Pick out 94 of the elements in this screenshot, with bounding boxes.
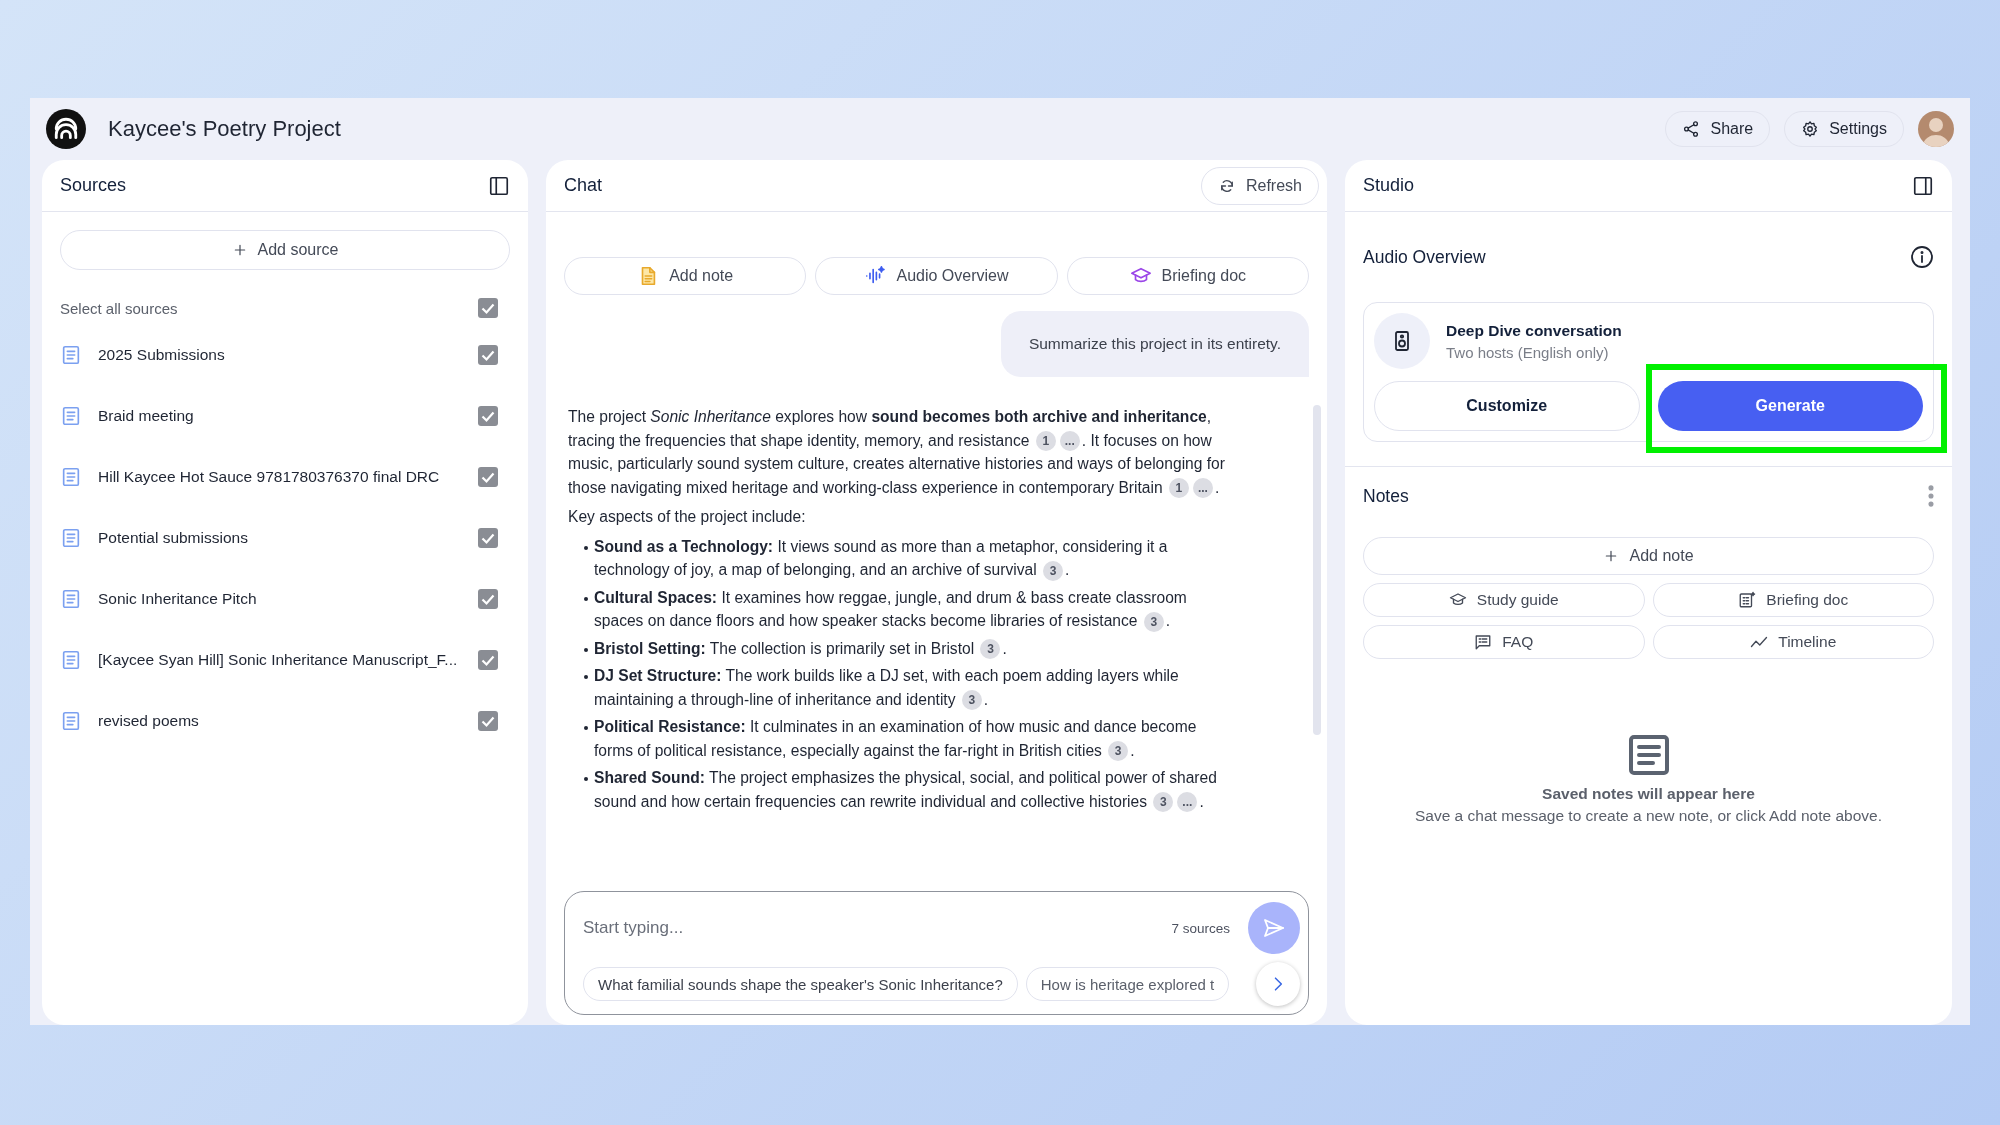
collapse-panel-button[interactable] [1912, 174, 1934, 197]
note-tool-button[interactable]: Timeline [1652, 625, 1934, 659]
source-name[interactable]: Hill Kaycee Hot Sauce 9781780376370 final DRC [98, 467, 478, 486]
citation-chip[interactable]: ... [1192, 478, 1213, 499]
bullet-dot [584, 596, 588, 601]
panel-title: Chat [564, 175, 603, 196]
more-button[interactable] [1928, 485, 1934, 507]
bullet-dot [584, 545, 588, 550]
empty-title: Saved notes will appear here [1542, 785, 1755, 803]
suggestion-chip[interactable]: What familial sounds shape the speaker's Sonic Inheritance? [583, 967, 1018, 1001]
checkbox[interactable] [478, 527, 498, 548]
source-count: 7 sources [1171, 920, 1230, 936]
action-button[interactable]: Add note [564, 257, 807, 295]
note-tool-button[interactable]: FAQ [1363, 625, 1645, 659]
scrollbar[interactable] [1313, 405, 1321, 735]
briefing-doc-icon [1738, 591, 1757, 609]
panel-icon [1912, 174, 1934, 197]
document-icon [60, 709, 82, 732]
note-tool-button[interactable]: Briefing doc [1652, 583, 1934, 617]
info-icon [1910, 245, 1934, 269]
bullet-text: Political Resistance: It culminates in an examination of how music and dance become forms of political resistance, especially against the far-right in British cities 3 . [594, 715, 1232, 762]
bullet-text: DJ Set Structure: The work builds like a DJ set, with each poem adding layers while maintaining a through-line of inheritance and identity 3 . [594, 664, 1232, 711]
citation-chip[interactable]: 1 [1035, 431, 1056, 452]
citation-chip[interactable]: 3 [1043, 560, 1063, 581]
empty-text: Save a chat message to create a new note, or click Add note above. [1415, 807, 1882, 825]
bullet-text: Shared Sound: The project emphasizes the physical, social, and political power of shared sound and how certain frequencies can rewrite individual and collective histories 3 ... . [594, 766, 1232, 813]
info-button[interactable] [1910, 245, 1934, 269]
citation-chip[interactable]: 3 [961, 690, 982, 711]
checkbox[interactable] [478, 649, 498, 670]
source-name[interactable]: 2025 Submissions [98, 345, 478, 364]
panel-title: Sources [60, 175, 127, 196]
citation-chip[interactable]: ... [1177, 792, 1198, 813]
source-name[interactable]: [Kaycee Syan Hill] Sonic Inheritance Manuscript_F... [98, 650, 478, 669]
bullet-dot [584, 647, 588, 652]
source-name[interactable]: revised poems [98, 711, 478, 730]
checkbox[interactable] [478, 344, 498, 365]
panel-icon [488, 174, 510, 197]
source-name[interactable]: Sonic Inheritance Pitch [98, 589, 478, 608]
bullet-text: Cultural Spaces: It examines how reggae, jungle, and drum & bass create classroom spaces on dance floors and how speaker stacks become libraries of resistance 3 . [594, 585, 1232, 633]
source-name[interactable]: Potential submissions [98, 528, 478, 547]
response-paragraph: The project Sonic Inheritance explores how sound becomes both archive and inheritance, tracing the frequencies that shape identity, memory, and resistance 1 ... . It focuses on how music, particularly sound system culture, creates alternative histories and ways of belonging for those navigating mixed heritage and working-class experience in contemporary Britain 1 ... . [568, 405, 1232, 499]
card-subtitle: Two hosts (English only) [1446, 343, 1610, 361]
citation-chip[interactable]: 3 [1143, 611, 1164, 632]
bullet-text: Bristol Setting: The collection is primarily set in Bristol 3 . [594, 636, 1007, 660]
card-title: Deep Dive conversation [1446, 321, 1622, 340]
citation-chip[interactable]: 3 [1153, 792, 1174, 813]
document-icon [60, 343, 82, 366]
user-message: Summarize this project in its entirety. [1000, 311, 1309, 377]
suggestion-chip[interactable]: How is heritage explored t [1025, 967, 1230, 1001]
action-button[interactable]: Audio Overview [815, 257, 1058, 295]
document-icon [60, 404, 82, 427]
citation-chip[interactable]: 1 [1168, 478, 1189, 499]
send-icon [1262, 916, 1286, 940]
note-tool-button[interactable]: Study guide [1363, 583, 1645, 617]
citation-chip[interactable]: 3 [980, 639, 1001, 660]
citation-chip[interactable]: ... [1059, 431, 1080, 452]
bullet-text: Sound as a Technology: It views sound as more than a metaphor, considering it a technology of joy, a map of belonging, and an archive of survival 3 . [594, 534, 1232, 582]
checkbox[interactable] [478, 588, 498, 609]
avatar-icon[interactable] [1918, 111, 1954, 147]
citation-chip[interactable]: 3 [1108, 741, 1129, 762]
checkbox[interactable] [478, 710, 498, 731]
document-icon [60, 465, 82, 488]
more-icon [1928, 485, 1934, 507]
customize-button[interactable]: Customize [1374, 381, 1640, 431]
collapse-panel-button[interactable] [488, 174, 510, 197]
document-icon [60, 526, 82, 549]
refresh-button[interactable]: Refresh [1200, 166, 1319, 205]
generate-button[interactable]: Generate [1657, 381, 1923, 431]
chat-list-icon [1474, 633, 1493, 651]
bullet-dot [584, 777, 588, 781]
message-input[interactable]: Start typing... 7 sources What familial sounds shape the speaker's Sonic Inheritance? How is heritage explored t [564, 891, 1309, 1015]
share-button[interactable]: Share [1665, 111, 1771, 147]
add-source-button[interactable]: Add source [60, 230, 510, 270]
response-paragraph: Key aspects of the project include: [568, 507, 807, 527]
select-all-label: Select all sources [60, 299, 178, 317]
panel-title: Studio [1363, 175, 1415, 196]
settings-button[interactable]: Settings [1784, 111, 1904, 147]
section-title: Audio Overview [1363, 246, 1486, 268]
bullet-dot [584, 675, 588, 679]
source-name[interactable]: Braid meeting [98, 406, 478, 425]
add-note-button[interactable]: Add note [1363, 537, 1934, 575]
checkbox[interactable] [478, 298, 498, 318]
document-icon [60, 587, 82, 610]
share-icon [1682, 120, 1701, 138]
notebook-title: Kaycee's Poetry Project [108, 116, 342, 142]
settings-icon [1801, 120, 1820, 138]
checkbox[interactable] [478, 466, 498, 487]
logo-icon[interactable] [46, 109, 86, 149]
bullet-dot [584, 726, 588, 730]
section-title: Notes [1363, 485, 1409, 507]
send-button[interactable] [1248, 902, 1300, 954]
document-icon [60, 648, 82, 671]
checkbox[interactable] [478, 405, 498, 426]
action-button[interactable]: Briefing doc [1066, 257, 1309, 295]
